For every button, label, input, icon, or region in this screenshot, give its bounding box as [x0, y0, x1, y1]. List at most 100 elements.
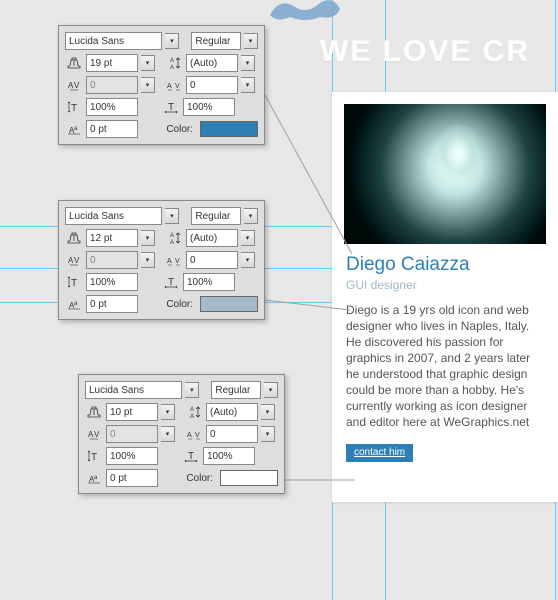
font-size-icon: T — [65, 54, 83, 72]
svg-text:V: V — [175, 83, 180, 90]
color-label: Color: — [166, 124, 193, 135]
horizontal-scale-input[interactable]: 100% — [203, 447, 255, 465]
tracking-icon: AV — [185, 425, 203, 443]
svg-text:A: A — [170, 240, 174, 246]
svg-text:T: T — [168, 102, 174, 113]
font-style-select-caret[interactable]: ▾ — [264, 382, 278, 398]
kerning-input-caret[interactable]: ▾ — [141, 77, 155, 93]
svg-text:V: V — [175, 258, 180, 265]
svg-text:A: A — [167, 258, 172, 265]
svg-text:A: A — [167, 83, 172, 90]
font-size-input-caret[interactable]: ▾ — [141, 230, 155, 246]
kerning-input-caret[interactable]: ▾ — [141, 252, 155, 268]
svg-text:A: A — [170, 233, 174, 239]
color-swatch[interactable] — [220, 470, 278, 486]
svg-text:A: A — [187, 432, 192, 439]
font-style-select[interactable]: Regular — [211, 381, 261, 399]
character-panel: Lucida Sans▾ Regular▾ T 10 pt▾ AA (Auto)… — [78, 374, 285, 494]
font-family-select-caret[interactable]: ▾ — [165, 33, 179, 49]
color-label: Color: — [166, 299, 193, 310]
kerning-icon: AV — [85, 425, 103, 443]
svg-text:T: T — [188, 451, 194, 462]
tracking-input-caret[interactable]: ▾ — [241, 252, 255, 268]
svg-text:T: T — [91, 452, 97, 463]
svg-text:V: V — [94, 430, 100, 439]
font-family-select[interactable]: Lucida Sans — [65, 207, 162, 225]
svg-text:a: a — [74, 126, 78, 132]
tracking-input-caret[interactable]: ▾ — [261, 426, 275, 442]
svg-text:V: V — [74, 256, 80, 265]
font-family-select-caret[interactable]: ▾ — [185, 382, 199, 398]
horizontal-scale-icon: T — [162, 273, 180, 291]
color-swatch[interactable] — [200, 121, 258, 137]
svg-text:V: V — [74, 81, 80, 90]
tracking-input[interactable]: 0 — [186, 76, 238, 94]
kerning-input[interactable]: 0 — [106, 425, 158, 443]
svg-text:A: A — [170, 65, 174, 71]
horizontal-scale-input[interactable]: 100% — [183, 98, 235, 116]
font-family-select-caret[interactable]: ▾ — [165, 208, 179, 224]
tracking-icon: AV — [165, 251, 183, 269]
kerning-input[interactable]: 0 — [86, 251, 138, 269]
font-size-icon: T — [85, 403, 103, 421]
vertical-scale-input[interactable]: 100% — [86, 273, 138, 291]
font-style-select[interactable]: Regular — [191, 207, 241, 225]
baseline-shift-icon: Aa — [65, 295, 83, 313]
profile-card: Diego Caiazza GUI designer Diego is a 19… — [332, 92, 558, 502]
font-size-input[interactable]: 10 pt — [106, 403, 158, 421]
font-size-input-caret[interactable]: ▾ — [141, 55, 155, 71]
kerning-icon: AV — [65, 76, 83, 94]
vertical-scale-input[interactable]: 100% — [86, 98, 138, 116]
tracking-input[interactable]: 0 — [206, 425, 258, 443]
baseline-shift-input[interactable]: 0 pt — [86, 295, 138, 313]
leading-input-caret[interactable]: ▾ — [261, 404, 275, 420]
tracking-input[interactable]: 0 — [186, 251, 238, 269]
svg-text:T: T — [71, 233, 77, 243]
horizontal-scale-input[interactable]: 100% — [183, 273, 235, 291]
leading-input[interactable]: (Auto) — [186, 229, 238, 247]
font-style-select[interactable]: Regular — [191, 32, 241, 50]
font-family-select[interactable]: Lucida Sans — [85, 381, 182, 399]
color-swatch[interactable] — [200, 296, 258, 312]
svg-text:A: A — [190, 407, 194, 413]
tracking-input-caret[interactable]: ▾ — [241, 77, 255, 93]
font-size-input[interactable]: 19 pt — [86, 54, 138, 72]
tracking-icon: AV — [165, 76, 183, 94]
svg-text:T: T — [168, 277, 174, 288]
leading-input[interactable]: (Auto) — [186, 54, 238, 72]
baseline-shift-icon: Aa — [65, 120, 83, 138]
svg-text:T: T — [71, 278, 77, 289]
kerning-input[interactable]: 0 — [86, 76, 138, 94]
leading-input-caret[interactable]: ▾ — [241, 230, 255, 246]
svg-text:T: T — [91, 407, 97, 417]
profile-photo — [344, 104, 546, 244]
baseline-shift-icon: Aa — [85, 469, 103, 487]
svg-text:A: A — [190, 414, 194, 420]
contact-button[interactable]: contact him — [346, 444, 413, 462]
kerning-input-caret[interactable]: ▾ — [161, 426, 175, 442]
vertical-scale-icon: T — [65, 273, 83, 291]
font-size-input-caret[interactable]: ▾ — [161, 404, 175, 420]
decor-graphic — [265, 0, 345, 25]
profile-body: Diego is a 19 yrs old icon and web desig… — [346, 302, 544, 430]
font-size-input[interactable]: 12 pt — [86, 229, 138, 247]
vertical-scale-input[interactable]: 100% — [106, 447, 158, 465]
font-style-select-caret[interactable]: ▾ — [244, 208, 258, 224]
leading-input[interactable]: (Auto) — [206, 403, 258, 421]
leading-input-caret[interactable]: ▾ — [241, 55, 255, 71]
profile-subtitle: GUI designer — [346, 278, 544, 292]
font-size-icon: T — [65, 229, 83, 247]
svg-text:T: T — [71, 58, 77, 68]
font-family-select[interactable]: Lucida Sans — [65, 32, 162, 50]
baseline-shift-input[interactable]: 0 pt — [106, 469, 158, 487]
color-label: Color: — [186, 473, 213, 484]
baseline-shift-input[interactable]: 0 pt — [86, 120, 138, 138]
svg-text:a: a — [74, 301, 78, 307]
vertical-scale-icon: T — [85, 447, 103, 465]
svg-text:a: a — [94, 475, 98, 481]
kerning-icon: AV — [65, 251, 83, 269]
font-style-select-caret[interactable]: ▾ — [244, 33, 258, 49]
svg-text:T: T — [71, 103, 77, 114]
leading-icon: AA — [165, 54, 183, 72]
vertical-scale-icon: T — [65, 98, 83, 116]
